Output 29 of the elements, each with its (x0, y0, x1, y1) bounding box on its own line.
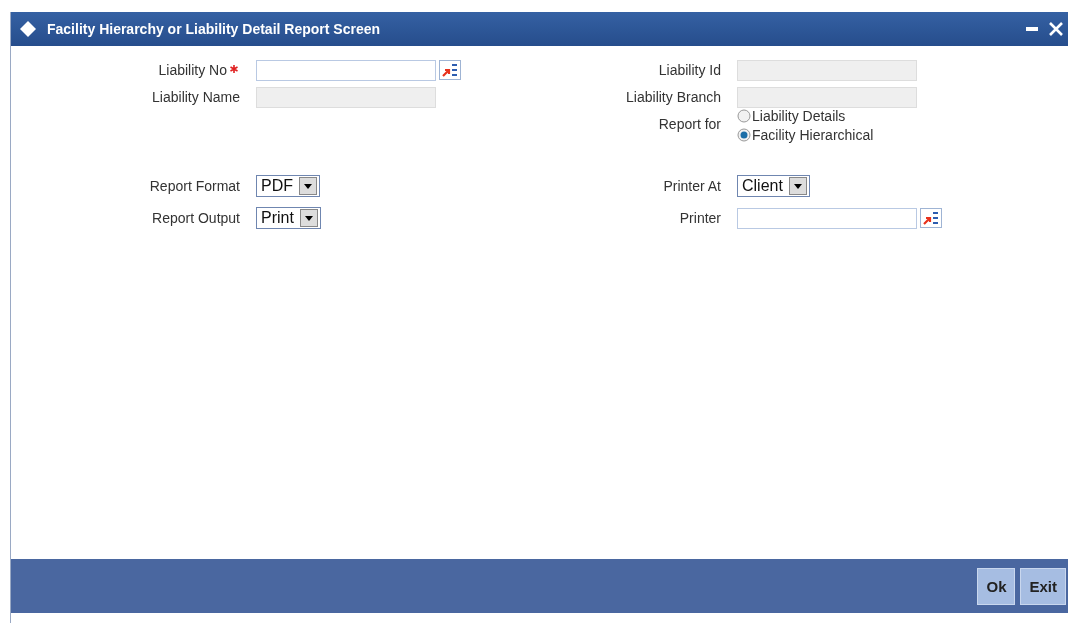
field-label: Printer At (663, 178, 721, 194)
minimize-icon[interactable] (1026, 26, 1038, 32)
caret-icon[interactable] (299, 209, 318, 227)
lookup-icon[interactable] (920, 208, 942, 228)
field-label: Printer (679, 210, 721, 226)
radio-button[interactable] (737, 109, 751, 123)
caret-icon[interactable] (299, 177, 317, 195)
text-field[interactable] (256, 59, 436, 81)
lookup-icon[interactable] (439, 60, 461, 80)
field-label: Liability Name (152, 89, 240, 105)
close-icon[interactable] (1048, 21, 1064, 37)
window-title: Facility Hierarchy or Liability Detail Report Screen (47, 21, 380, 37)
exit-button[interactable]: Exit (1020, 567, 1066, 605)
field-label: Report Format (149, 178, 240, 194)
caret-icon[interactable] (788, 177, 807, 195)
field-label: Liability Branch (626, 89, 721, 105)
radio-button[interactable] (737, 128, 751, 142)
ok-button[interactable]: Ok (977, 567, 1016, 605)
dropdown-field[interactable]: PDF (256, 175, 320, 197)
field-label: Report Output (152, 210, 240, 226)
dropdown-field[interactable]: Client (737, 175, 810, 197)
field-label: Liability Id (658, 62, 721, 78)
field-label: Liability No (158, 62, 227, 78)
radio-label: Liability Details (752, 108, 846, 124)
diamond-icon (19, 20, 37, 38)
radio-label: Facility Hierarchical (752, 127, 874, 143)
text-field[interactable] (737, 207, 917, 229)
dropdown-field[interactable]: Print (256, 207, 321, 229)
field-label: Report for (658, 116, 721, 132)
